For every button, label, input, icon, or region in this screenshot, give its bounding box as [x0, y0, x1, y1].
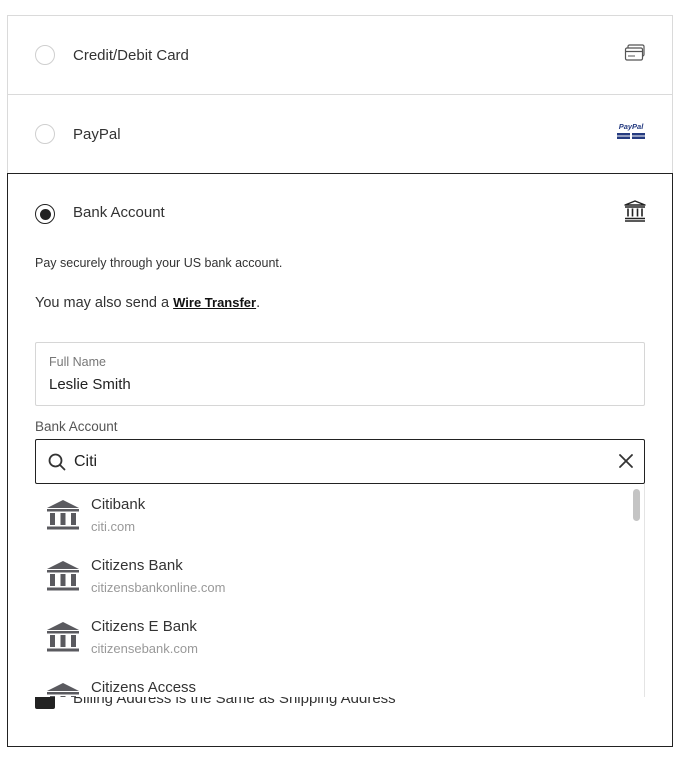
payment-option-card[interactable]: Credit/Debit Card	[7, 15, 673, 95]
bank-result-name: Citizens Bank	[91, 557, 183, 574]
clear-search-icon[interactable]	[618, 453, 634, 474]
bank-building-icon	[46, 681, 80, 697]
bank-result-domain: citizensbankonline.com	[91, 580, 226, 595]
wire-transfer-line: You may also send a Wire Transfer.	[35, 295, 260, 311]
card-label: Credit/Debit Card	[73, 46, 189, 64]
bank-result-domain: citi.com	[91, 519, 136, 534]
dropdown-scroll-thumb[interactable]	[633, 489, 640, 521]
bank-search-input[interactable]	[74, 450, 594, 474]
bank-result-item[interactable]: Citizens E Bank citizensebank.com	[35, 606, 630, 667]
bank-secure-text: Pay securely through your US bank accoun…	[35, 256, 283, 270]
bank-result-name: Citizens Access	[91, 679, 197, 696]
wire-prefix: You may also send a	[35, 295, 174, 311]
paypal-label: PayPal	[73, 125, 121, 143]
paypal-logo-text: PayPal	[619, 122, 645, 131]
bank-building-icon	[46, 559, 80, 598]
bank-building-icon	[46, 498, 80, 537]
bank-option-header[interactable]: Bank Account	[8, 174, 672, 254]
payment-option-paypal[interactable]: PayPal PayPal	[7, 94, 673, 174]
credit-card-icon	[624, 43, 646, 67]
wire-transfer-link[interactable]: Wire Transfer	[173, 295, 256, 310]
bank-icon	[624, 200, 646, 227]
bank-result-domain: citizensebank.com	[91, 641, 198, 656]
bank-result-item[interactable]: Citibank citi.com	[35, 484, 630, 545]
bank-results-dropdown[interactable]: Citibank citi.com Citizens Bank citizens…	[35, 484, 645, 697]
bank-result-item[interactable]: Citizens Bank citizensbankonline.com	[35, 545, 630, 606]
wire-suffix: .	[256, 295, 261, 311]
bank-account-label: Bank Account	[35, 419, 118, 434]
card-radio[interactable]	[35, 45, 55, 65]
full-name-field[interactable]: Full Name Leslie Smith	[35, 342, 645, 406]
bank-result-name: Citibank	[91, 496, 146, 513]
full-name-value[interactable]: Leslie Smith	[49, 376, 131, 393]
bank-option-label: Bank Account	[73, 204, 165, 221]
bank-result-name: Citizens E Bank	[91, 618, 197, 635]
bank-search-field[interactable]	[35, 439, 645, 484]
bank-result-item[interactable]: Citizens Access	[35, 667, 630, 697]
bank-building-icon	[46, 620, 80, 659]
search-icon	[48, 453, 66, 476]
dropdown-scrollbar[interactable]	[631, 487, 643, 695]
bank-radio-selected[interactable]	[35, 204, 55, 224]
paypal-logo-icon: PayPal	[616, 122, 646, 147]
full-name-label: Full Name	[49, 355, 106, 369]
paypal-radio[interactable]	[35, 124, 55, 144]
